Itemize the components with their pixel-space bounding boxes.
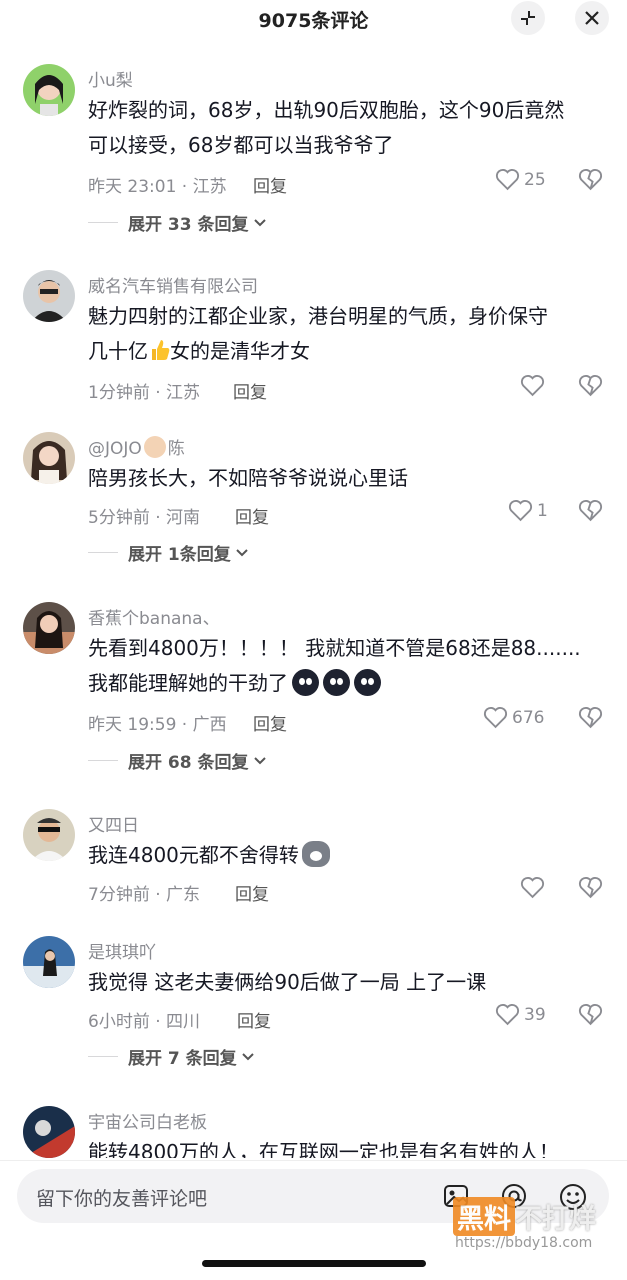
crying-emoji bbox=[354, 669, 381, 696]
like-count: 25 bbox=[524, 169, 546, 190]
comment-list[interactable]: 小u梨 好炸裂的词，68岁，出轨90后双胞胎，这个90后竟然 可以接受，68岁都… bbox=[0, 48, 627, 1158]
expand-replies-button[interactable]: 展开 7 条回复 bbox=[88, 1044, 255, 1069]
broken-heart-icon bbox=[578, 499, 603, 522]
comment-text: 陪男孩长大，不如陪爷爷说说心里话 bbox=[88, 466, 408, 490]
baby-emoji bbox=[143, 436, 166, 458]
divider bbox=[88, 1056, 118, 1057]
collapse-icon bbox=[521, 11, 535, 25]
comment-meta: 6小时前 · 四川 bbox=[88, 1012, 201, 1032]
like-button[interactable]: 676 bbox=[483, 706, 544, 729]
thumbs-up-emoji bbox=[152, 340, 170, 360]
comment-username[interactable]: 威名汽车销售有限公司 bbox=[88, 272, 258, 297]
broken-heart-icon bbox=[578, 374, 603, 397]
watermark-url: https://bbdy18.com bbox=[455, 1235, 593, 1251]
chevron-down-icon bbox=[253, 218, 266, 226]
watermark: 黑料 不打烊 https://bbdy18.com bbox=[453, 1197, 623, 1255]
heart-icon bbox=[495, 168, 520, 191]
crying-emoji bbox=[292, 669, 319, 696]
broken-heart-icon bbox=[578, 168, 603, 191]
like-button[interactable] bbox=[520, 876, 545, 899]
expand-replies-label: 展开 68 条回复 bbox=[128, 753, 249, 773]
reply-button[interactable]: 回复 bbox=[253, 710, 287, 735]
dislike-button[interactable] bbox=[578, 706, 603, 733]
broken-heart-icon bbox=[578, 706, 603, 729]
chevron-down-icon bbox=[236, 548, 248, 556]
comment-username[interactable]: 宇宙公司白老板 bbox=[88, 1108, 207, 1133]
broken-heart-icon bbox=[578, 876, 603, 899]
comment-text: 好炸裂的词，68岁，出轨90后双胞胎，这个90后竟然 可以接受，68岁都可以当我… bbox=[88, 98, 565, 157]
chevron-down-icon bbox=[253, 756, 266, 764]
divider bbox=[88, 552, 118, 553]
like-count: 39 bbox=[524, 1004, 546, 1025]
avatar[interactable] bbox=[23, 1106, 75, 1158]
divider bbox=[88, 760, 118, 761]
expand-replies-label: 展开 7 条回复 bbox=[128, 1049, 237, 1069]
comment-text: 我连4800元都不舍得转 bbox=[88, 838, 608, 873]
reply-button[interactable]: 回复 bbox=[237, 1007, 271, 1032]
comment-input-placeholder: 留下你的友善评论吧 bbox=[36, 1188, 208, 1210]
close-button[interactable] bbox=[575, 1, 609, 35]
expand-replies-button[interactable]: 展开 68 条回复 bbox=[88, 748, 267, 773]
avatar[interactable] bbox=[23, 432, 75, 484]
dislike-button[interactable] bbox=[578, 499, 603, 526]
comment-username[interactable]: 小u梨 bbox=[88, 66, 133, 91]
avatar[interactable] bbox=[23, 602, 75, 654]
heart-icon bbox=[483, 706, 508, 729]
comment-username[interactable]: 是琪琪吖 bbox=[88, 938, 156, 963]
like-button[interactable]: 1 bbox=[508, 499, 548, 522]
comment-meta: 昨天 19:59 · 广西 bbox=[88, 715, 227, 735]
like-count: 1 bbox=[537, 500, 548, 521]
dislike-button[interactable] bbox=[578, 1003, 603, 1030]
reply-button[interactable]: 回复 bbox=[253, 172, 287, 197]
comment-text-part: 我连4800元都不舍得转 bbox=[88, 843, 299, 867]
broken-heart-icon bbox=[578, 1003, 603, 1026]
avatar[interactable] bbox=[23, 809, 75, 861]
reply-button[interactable]: 回复 bbox=[233, 378, 267, 403]
comment-text: 魅力四射的江都企业家，港台明星的气质，身价保守 几十亿 女的是清华才女 bbox=[88, 299, 588, 369]
comment-text: 我觉得 这老夫妻俩给90后做了一局 上了一课 bbox=[88, 970, 487, 994]
heart-icon bbox=[508, 499, 533, 522]
dog-emoji bbox=[301, 841, 330, 867]
watermark-main: 黑料 bbox=[453, 1197, 515, 1236]
comment-username[interactable]: 香蕉个banana、 bbox=[88, 604, 220, 629]
dislike-button[interactable] bbox=[578, 168, 603, 195]
like-button[interactable]: 39 bbox=[495, 1003, 546, 1026]
comment-meta: 昨天 23:01 · 江苏 bbox=[88, 177, 227, 197]
home-indicator[interactable] bbox=[202, 1260, 426, 1267]
expand-replies-label: 展开 1条回复 bbox=[128, 545, 231, 565]
divider bbox=[88, 222, 118, 223]
comments-header: 9075条评论 bbox=[0, 0, 627, 38]
watermark-side: 不打烊 bbox=[515, 1204, 596, 1235]
like-button[interactable]: 25 bbox=[495, 168, 546, 191]
comment-text: 能转4800万的人，在互联网一定也是有名有姓的人！ bbox=[88, 1140, 559, 1158]
chevron-down-icon bbox=[241, 1052, 254, 1060]
comment-meta: 5分钟前 · 河南 bbox=[88, 508, 201, 528]
reply-button[interactable]: 回复 bbox=[235, 503, 269, 528]
reply-button[interactable]: 回复 bbox=[235, 880, 269, 905]
heart-icon bbox=[520, 374, 545, 397]
comment-text: 先看到4800万！！！！ 我就知道不管是68还是88....... 我都能理解她… bbox=[88, 631, 618, 701]
like-count: 676 bbox=[512, 707, 545, 728]
username-part: @JOJO bbox=[88, 439, 142, 459]
expand-replies-button[interactable]: 展开 1条回复 bbox=[88, 540, 249, 565]
expand-replies-button[interactable]: 展开 33 条回复 bbox=[88, 210, 267, 235]
avatar[interactable] bbox=[23, 270, 75, 322]
comment-meta: 1分钟前 · 江苏 bbox=[88, 383, 201, 403]
comment-username[interactable]: 又四日 bbox=[88, 811, 139, 836]
dislike-button[interactable] bbox=[578, 876, 603, 903]
comment-username[interactable]: @JOJO 陈 bbox=[88, 434, 185, 459]
heart-icon bbox=[495, 1003, 520, 1026]
like-button[interactable] bbox=[520, 374, 545, 397]
comment-text-part: 女的是清华才女 bbox=[170, 339, 310, 363]
dislike-button[interactable] bbox=[578, 374, 603, 401]
heart-icon bbox=[520, 876, 545, 899]
avatar[interactable] bbox=[23, 936, 75, 988]
comment-meta: 7分钟前 · 广东 bbox=[88, 885, 201, 905]
expand-replies-label: 展开 33 条回复 bbox=[128, 215, 249, 235]
collapse-button[interactable] bbox=[511, 1, 545, 35]
crying-emoji bbox=[323, 669, 350, 696]
avatar[interactable] bbox=[23, 64, 75, 116]
close-icon bbox=[585, 11, 599, 25]
username-part: 陈 bbox=[167, 439, 185, 459]
